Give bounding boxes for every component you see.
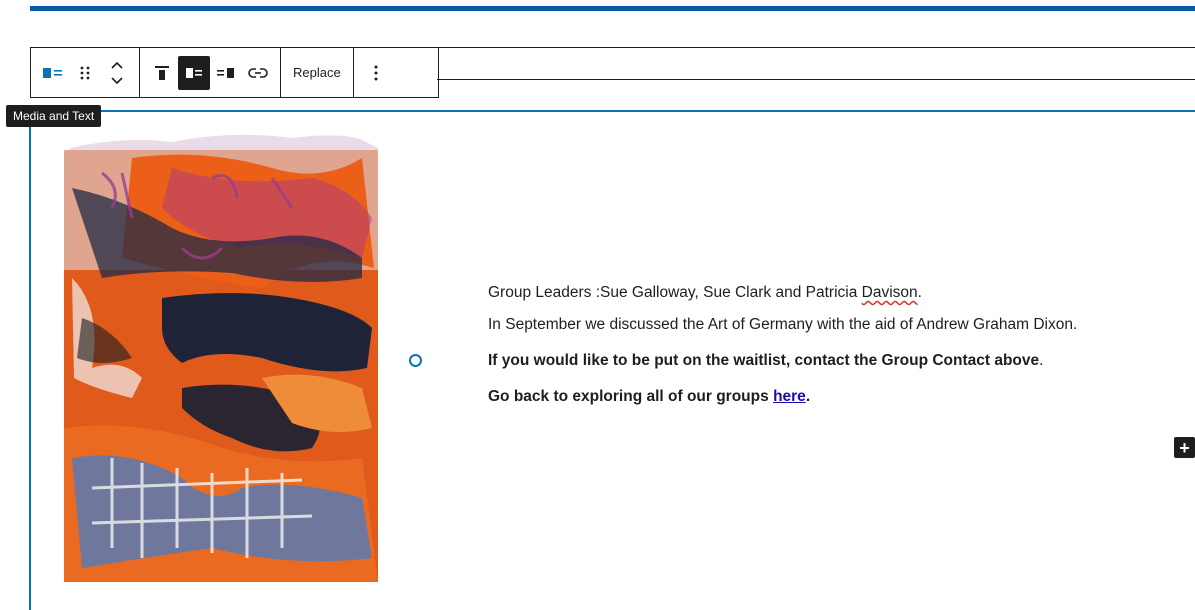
explore-end: . <box>805 388 811 405</box>
here-link[interactable]: here <box>773 388 806 405</box>
replace-button[interactable]: Replace <box>287 55 347 91</box>
group-leaders-paragraph[interactable]: Group Leaders :Sue Galloway, Sue Clark a… <box>488 282 1148 304</box>
block-toolbar-box: Replace <box>30 48 439 98</box>
move-up-down-icon[interactable] <box>101 55 133 91</box>
group-leaders-text: Group Leaders :Sue Galloway, Sue Clark a… <box>488 284 862 301</box>
drag-handle-icon[interactable] <box>69 55 101 91</box>
media-resize-handle[interactable] <box>409 354 422 367</box>
media-image[interactable] <box>62 128 380 584</box>
align-top-icon[interactable] <box>146 55 178 91</box>
block-parent-group <box>31 48 140 97</box>
more-options-icon[interactable] <box>360 55 392 91</box>
top-accent-bar <box>30 6 1195 11</box>
waitlist-paragraph[interactable]: If you would like to be put on the waitl… <box>488 350 1148 372</box>
media-right-icon[interactable] <box>210 55 242 91</box>
block-content: Group Leaders :Sue Galloway, Sue Clark a… <box>488 282 1148 422</box>
media-left-icon[interactable] <box>178 55 210 90</box>
media-text-icon[interactable] <box>37 55 69 91</box>
september-paragraph[interactable]: In September we discussed the Art of Ger… <box>488 314 1148 336</box>
block-toolbar: Replace <box>30 47 1195 99</box>
options-group <box>354 48 398 97</box>
explore-text: Go back to exploring all of our groups <box>488 388 774 405</box>
waitlist-end: . <box>1039 352 1044 369</box>
block-type-tooltip: Media and Text <box>6 105 102 127</box>
spellcheck-flagged-word: Davison <box>861 284 918 301</box>
group-leaders-end: . <box>917 284 922 301</box>
block-inserter-button[interactable]: + <box>1174 437 1195 458</box>
alignment-group <box>140 48 281 97</box>
toolbar-divider-line <box>437 79 1195 80</box>
replace-group: Replace <box>281 48 354 97</box>
waitlist-text: If you would like to be put on the waitl… <box>488 352 1040 369</box>
link-icon[interactable] <box>242 55 274 91</box>
explore-paragraph[interactable]: Go back to exploring all of our groups h… <box>488 386 1148 408</box>
